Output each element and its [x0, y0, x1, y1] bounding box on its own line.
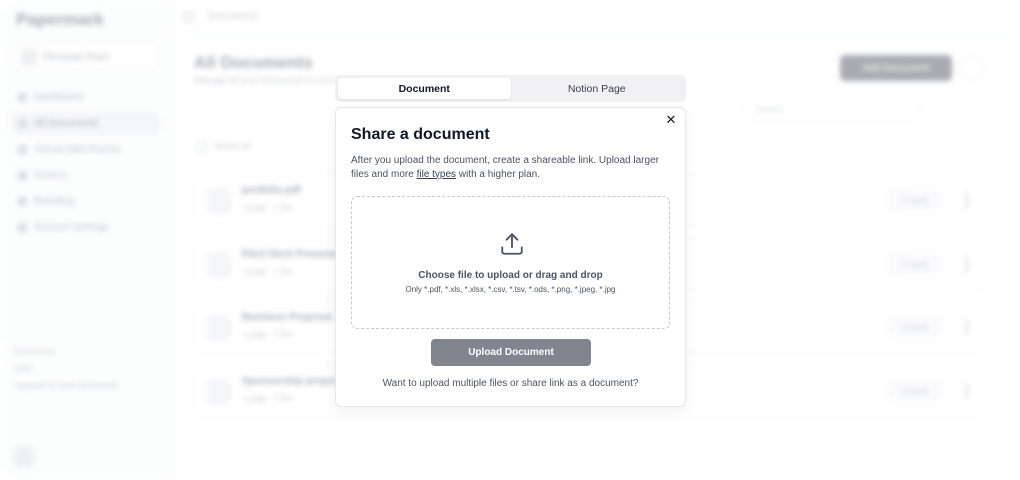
modal-title: Share a document [351, 126, 490, 143]
share-document-modal: ✕ Share a document After you upload the … [335, 107, 686, 407]
close-icon[interactable]: ✕ [663, 112, 679, 128]
upload-type-tabs: Document Notion Page [335, 75, 686, 102]
file-dropzone[interactable]: Choose file to upload or drag and drop O… [351, 196, 670, 329]
description-text-end: with a higher plan. [456, 168, 541, 180]
modal-description: After you upload the document, create a … [351, 154, 671, 181]
multiple-files-link[interactable]: Want to upload multiple files or share l… [336, 378, 685, 389]
dropzone-title: Choose file to upload or drag and drop [418, 270, 603, 281]
tab-notion-page[interactable]: Notion Page [511, 78, 684, 99]
upload-document-button[interactable]: Upload Document [431, 339, 591, 366]
tab-document[interactable]: Document [338, 78, 511, 99]
upload-icon [501, 233, 523, 255]
dropzone-file-types: Only *.pdf, *.xls, *.xlsx, *.csv, *.tsv,… [405, 285, 616, 294]
file-types-link[interactable]: file types [417, 169, 456, 180]
